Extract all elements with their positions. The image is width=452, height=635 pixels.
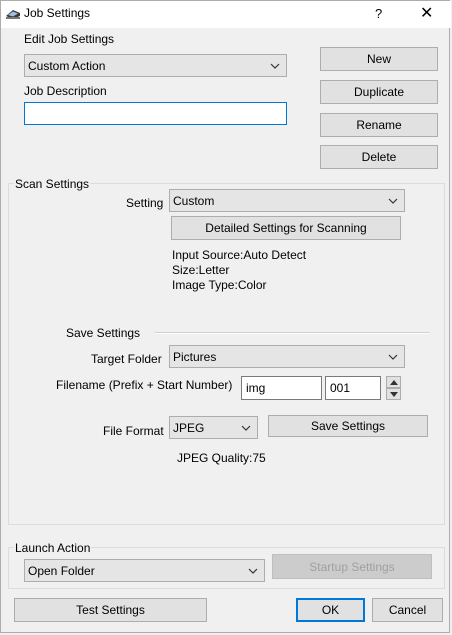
filename-prefix-input[interactable]: img: [241, 376, 322, 400]
start-number-value: 001: [330, 381, 351, 395]
file-format-value: JPEG: [173, 420, 205, 435]
filename-label: Filename (Prefix + Start Number): [56, 378, 233, 392]
setting-value: Custom: [173, 193, 215, 208]
chevron-down-icon: [389, 391, 398, 397]
save-settings-divider: [155, 332, 430, 334]
delete-button[interactable]: Delete: [320, 145, 438, 169]
printer-scanner-icon: [6, 10, 20, 19]
scan-settings-label: Scan Settings: [14, 177, 91, 191]
startup-settings-button[interactable]: Startup Settings: [272, 554, 432, 579]
new-button[interactable]: New: [320, 47, 438, 71]
job-action-value: Custom Action: [28, 58, 106, 73]
edit-job-settings-label: Edit Job Settings: [24, 32, 115, 46]
chevron-down-icon: [248, 568, 258, 574]
target-folder-select[interactable]: Pictures: [169, 345, 405, 368]
save-settings-button[interactable]: Save Settings: [268, 415, 428, 437]
input-source-info: Input Source:Auto Detect: [172, 248, 307, 262]
job-description-input[interactable]: [24, 102, 287, 125]
job-description-label: Job Description: [24, 84, 107, 98]
decrement-button[interactable]: [386, 388, 401, 400]
help-icon[interactable]: ?: [375, 6, 382, 21]
image-type-info: Image Type:Color: [172, 278, 267, 292]
setting-label: Setting: [126, 196, 164, 210]
close-icon[interactable]: ✕: [420, 3, 433, 23]
chevron-down-icon: [241, 425, 251, 431]
chevron-down-icon: [388, 354, 398, 360]
chevron-down-icon: [270, 63, 280, 69]
chevron-down-icon: [388, 198, 398, 204]
cancel-button[interactable]: Cancel: [372, 598, 443, 622]
target-folder-value: Pictures: [173, 349, 217, 364]
increment-button[interactable]: [386, 376, 401, 388]
test-settings-button[interactable]: Test Settings: [14, 598, 207, 622]
rename-button[interactable]: Rename: [320, 113, 438, 137]
filename-prefix-value: img: [246, 381, 266, 395]
size-info: Size:Letter: [172, 263, 230, 277]
job-action-select[interactable]: Custom Action: [24, 54, 287, 77]
file-format-select[interactable]: JPEG: [169, 416, 258, 439]
window-title: Job Settings: [24, 6, 91, 20]
save-settings-label: Save Settings: [66, 326, 141, 340]
detailed-settings-button[interactable]: Detailed Settings for Scanning: [171, 216, 401, 240]
start-number-input[interactable]: 001: [325, 376, 381, 400]
setting-select[interactable]: Custom: [169, 189, 405, 212]
launch-action-label: Launch Action: [14, 541, 92, 555]
ok-button[interactable]: OK: [296, 598, 365, 622]
file-format-label: File Format: [103, 424, 164, 438]
duplicate-button[interactable]: Duplicate: [320, 80, 438, 104]
chevron-up-icon: [389, 379, 398, 385]
target-folder-label: Target Folder: [91, 352, 162, 366]
jpeg-quality-info: JPEG Quality:75: [177, 451, 266, 465]
launch-action-select[interactable]: Open Folder: [24, 559, 265, 582]
launch-action-value: Open Folder: [28, 563, 95, 578]
